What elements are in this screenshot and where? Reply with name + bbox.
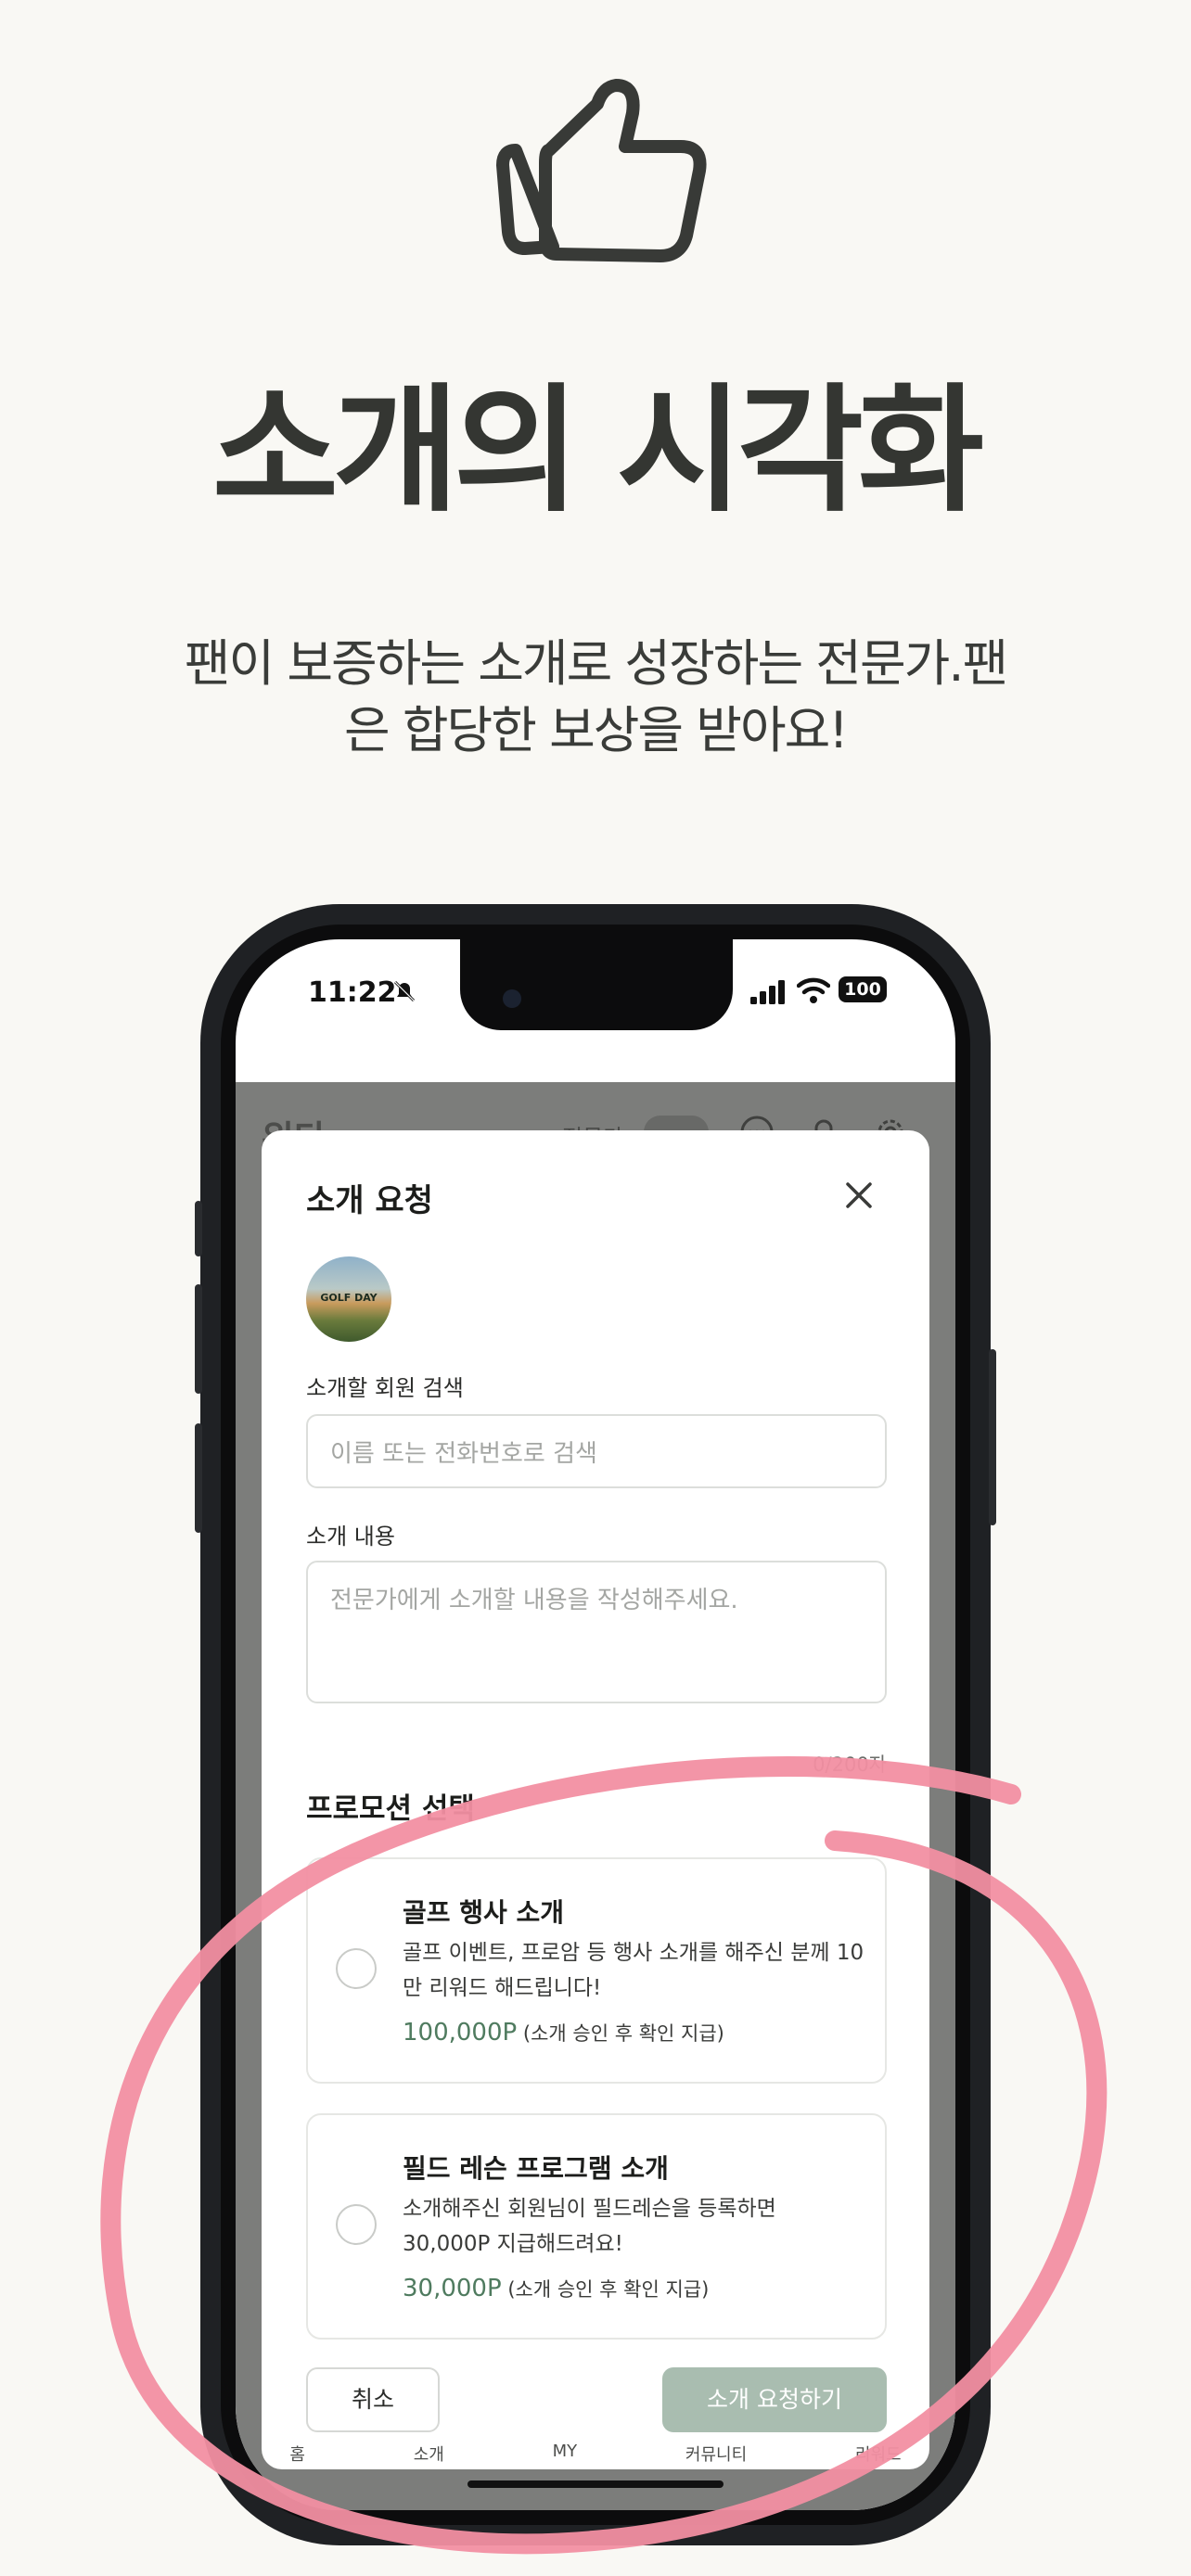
promotion-description: 골프 이벤트, 프로암 등 행사 소개를 해주신 분께 10만 리워드 해드립니… bbox=[403, 1941, 864, 2000]
hero-title: 소개의 시각화 bbox=[211, 371, 985, 530]
battery-indicator: 100 bbox=[839, 976, 887, 1002]
member-search-input[interactable]: 이름 또는 전화번호로 검색 bbox=[306, 1414, 887, 1488]
promotion-reward-points: 100,000P bbox=[403, 2019, 518, 2047]
phone-screen: 11:22 100 위다 전문가 bbox=[236, 939, 955, 2510]
introduction-content-textarea[interactable]: 전문가에게 소개할 내용을 작성해주세요. bbox=[306, 1561, 887, 1703]
promotion-reward-points: 30,000P bbox=[403, 2275, 502, 2302]
promotion-section-title: 프로모션 선택 bbox=[306, 1792, 475, 1826]
phone-power-button bbox=[989, 1349, 996, 1525]
content-label: 소개 내용 bbox=[306, 1524, 395, 1549]
hero-subtitle: 팬이 보증하는 소개로 성장하는 전문가.팬 은 합당한 보상을 받아요! bbox=[93, 631, 1098, 764]
introduction-request-modal: 소개 요청 GOLF DAY 소개할 회원 검색 이름 또는 전화번호로 검색 … bbox=[262, 1130, 929, 2469]
expert-avatar: GOLF DAY bbox=[306, 1256, 391, 1342]
close-icon[interactable] bbox=[840, 1177, 877, 1214]
hero-subtitle-line-2: 은 합당한 보상을 받아요! bbox=[344, 701, 849, 759]
phone-side-button bbox=[195, 1201, 202, 1256]
character-counter: 0/200자 bbox=[813, 1753, 887, 1776]
promotion-description: 소개해주신 회원님이 필드레슨을 등록하면 30,000P 지급해드려요! bbox=[403, 2197, 776, 2256]
cancel-button[interactable]: 취소 bbox=[306, 2367, 440, 2432]
promotion-reward-note: (소개 승인 후 확인 지급) bbox=[507, 2278, 710, 2301]
promotion-reward: 100,000P (소개 승인 후 확인 지급) bbox=[403, 2019, 724, 2047]
promotion-title: 골프 행사 소개 bbox=[403, 1897, 565, 1928]
tab-my[interactable]: MY bbox=[553, 2442, 578, 2479]
promotion-radio[interactable] bbox=[336, 1948, 377, 1989]
phone-volume-down bbox=[195, 1423, 202, 1533]
phone-notch bbox=[460, 939, 733, 1030]
promotion-option[interactable]: 골프 행사 소개 골프 이벤트, 프로암 등 행사 소개를 해주신 분께 10만… bbox=[306, 1857, 887, 2084]
front-camera bbox=[503, 989, 521, 1008]
request-introduction-button[interactable]: 소개 요청하기 bbox=[662, 2367, 887, 2432]
tab-rewards[interactable]: 리워드 bbox=[855, 2442, 902, 2479]
content-placeholder: 전문가에게 소개할 내용을 작성해주세요. bbox=[330, 1587, 738, 1614]
signal-icon bbox=[750, 980, 785, 1004]
modal-title: 소개 요청 bbox=[306, 1182, 433, 1219]
status-time: 11:22 bbox=[308, 976, 397, 1009]
tab-introduce[interactable]: 소개 bbox=[414, 2442, 444, 2479]
phone-frame: 11:22 100 위다 전문가 bbox=[195, 904, 996, 2545]
thumbs-up-icon bbox=[496, 79, 707, 262]
tab-home[interactable]: 홈 bbox=[289, 2442, 305, 2479]
search-placeholder: 이름 또는 전화번호로 검색 bbox=[330, 1440, 597, 1468]
wifi-icon bbox=[797, 977, 830, 1003]
hero-subtitle-line-1: 팬이 보증하는 소개로 성장하는 전문가.팬 bbox=[184, 634, 1008, 693]
promotion-radio[interactable] bbox=[336, 2204, 377, 2245]
avatar-logo-text: GOLF DAY bbox=[320, 1292, 378, 1304]
bell-off-icon bbox=[393, 980, 416, 1002]
home-indicator bbox=[467, 2480, 724, 2488]
search-label: 소개할 회원 검색 bbox=[306, 1375, 464, 1401]
promotion-title: 필드 레슨 프로그램 소개 bbox=[403, 2153, 669, 2184]
tab-community[interactable]: 커뮤니티 bbox=[685, 2442, 747, 2479]
promotion-reward: 30,000P (소개 승인 후 확인 지급) bbox=[403, 2275, 709, 2302]
promotion-reward-note: (소개 승인 후 확인 지급) bbox=[522, 2022, 724, 2045]
promotion-option[interactable]: 필드 레슨 프로그램 소개 소개해주신 회원님이 필드레슨을 등록하면 30,0… bbox=[306, 2113, 887, 2340]
bottom-tab-bar: 홈 소개 MY 커뮤니티 리워드 bbox=[236, 2442, 955, 2479]
phone-volume-up bbox=[195, 1284, 202, 1394]
